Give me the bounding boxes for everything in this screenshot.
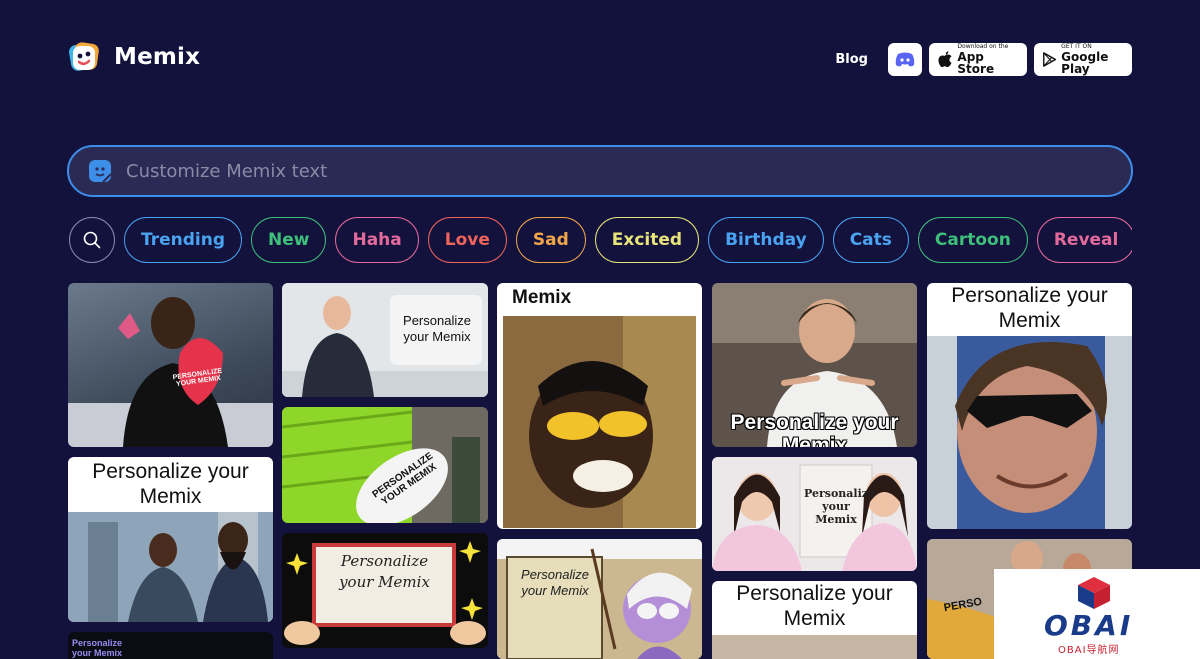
memix-logo-icon (68, 40, 100, 74)
meme-card[interactable]: Personalize your Memix (282, 533, 488, 648)
meme-caption: Personalize your Memix (804, 487, 876, 526)
meme-thumbnail (68, 512, 273, 622)
customize-text-bar[interactable] (67, 145, 1133, 197)
meme-card[interactable]: Personalize your Memix (497, 539, 702, 659)
meme-thumbnail (503, 316, 696, 528)
meme-card[interactable]: Memix (497, 283, 702, 529)
meme-thumbnail (497, 539, 702, 659)
category-search-button[interactable] (69, 217, 115, 263)
brand-logo[interactable]: Memix (68, 40, 200, 74)
meme-caption-line2: Memix (998, 309, 1061, 332)
meme-caption: Personalize your Memix (730, 411, 899, 447)
meme-card[interactable]: Personalize your Memix (282, 283, 488, 397)
category-chip-haha[interactable]: Haha (335, 217, 419, 263)
category-chip-new[interactable]: New (251, 217, 327, 263)
watermark: OBAI OBAI导航网 (994, 569, 1200, 659)
blog-link[interactable]: Blog (835, 52, 868, 67)
sticker-icon (89, 160, 112, 183)
category-chip-reveal[interactable]: Reveal (1036, 217, 1132, 263)
meme-caption: Personalize your Memix (403, 313, 471, 344)
watermark-sub: OBAI导航网 (1058, 645, 1120, 656)
meme-card[interactable]: Personalize your Memix (68, 457, 273, 622)
category-chip-love[interactable]: Love (427, 217, 507, 263)
google-play-big-text: Google Play (1061, 50, 1109, 76)
app-store-button[interactable]: Download on the App Store (929, 43, 1027, 76)
brand-name: Memix (114, 44, 201, 70)
meme-caption: Personalize your Memix (72, 638, 123, 658)
header-nav: Blog Download on the App Store GET IT ON… (835, 43, 1132, 76)
meme-caption: Personalize your Memix (736, 582, 893, 630)
category-chip-cartoon[interactable]: Cartoon (917, 217, 1028, 263)
meme-caption: Personalize your Memix (339, 552, 430, 591)
google-play-icon (1043, 52, 1057, 67)
customize-text-input[interactable] (124, 159, 1028, 183)
meme-thumbnail (68, 297, 273, 447)
meme-card[interactable]: PERSONALIZE YOUR MEMIX (282, 407, 488, 523)
meme-card[interactable]: Personalize your Memix (712, 457, 917, 571)
meme-card[interactable]: Personalize your Memix (712, 283, 917, 447)
watermark-brand: OBAI (1044, 609, 1134, 642)
meme-card[interactable]: Personalize your Memix (68, 632, 273, 659)
meme-card[interactable]: Personalize your Memix (712, 581, 917, 659)
cube-logo-icon (1078, 577, 1110, 609)
meme-caption: Memix (512, 287, 572, 308)
discord-icon (895, 52, 915, 67)
meme-caption: Personalize your Memix (521, 567, 589, 598)
category-chip-sad[interactable]: Sad (515, 217, 586, 263)
category-chip-birthday[interactable]: Birthday (708, 217, 824, 263)
meme-card[interactable]: PERSONALIZE YOUR MEMIX (68, 283, 273, 447)
app-store-big-text: App Store (957, 50, 995, 76)
category-chips: Trending New Haha Love Sad Excited Birthday Cat… (69, 216, 1132, 264)
meme-caption: Personalize your (951, 284, 1108, 307)
meme-card[interactable]: Personalize your Memix (927, 283, 1132, 529)
meme-grid: PERSONALIZE YOUR MEMIX Personalize your … (68, 283, 1132, 659)
discord-button[interactable] (888, 43, 922, 76)
category-chip-cats[interactable]: Cats (832, 217, 909, 263)
category-chip-excited[interactable]: Excited (594, 217, 700, 263)
meme-caption: Personalize your Memix (92, 460, 249, 508)
google-play-button[interactable]: GET IT ON Google Play (1034, 43, 1132, 76)
category-chip-trending[interactable]: Trending (124, 217, 243, 263)
search-icon (83, 231, 101, 249)
meme-thumbnail (927, 336, 1132, 529)
apple-icon (938, 51, 952, 68)
